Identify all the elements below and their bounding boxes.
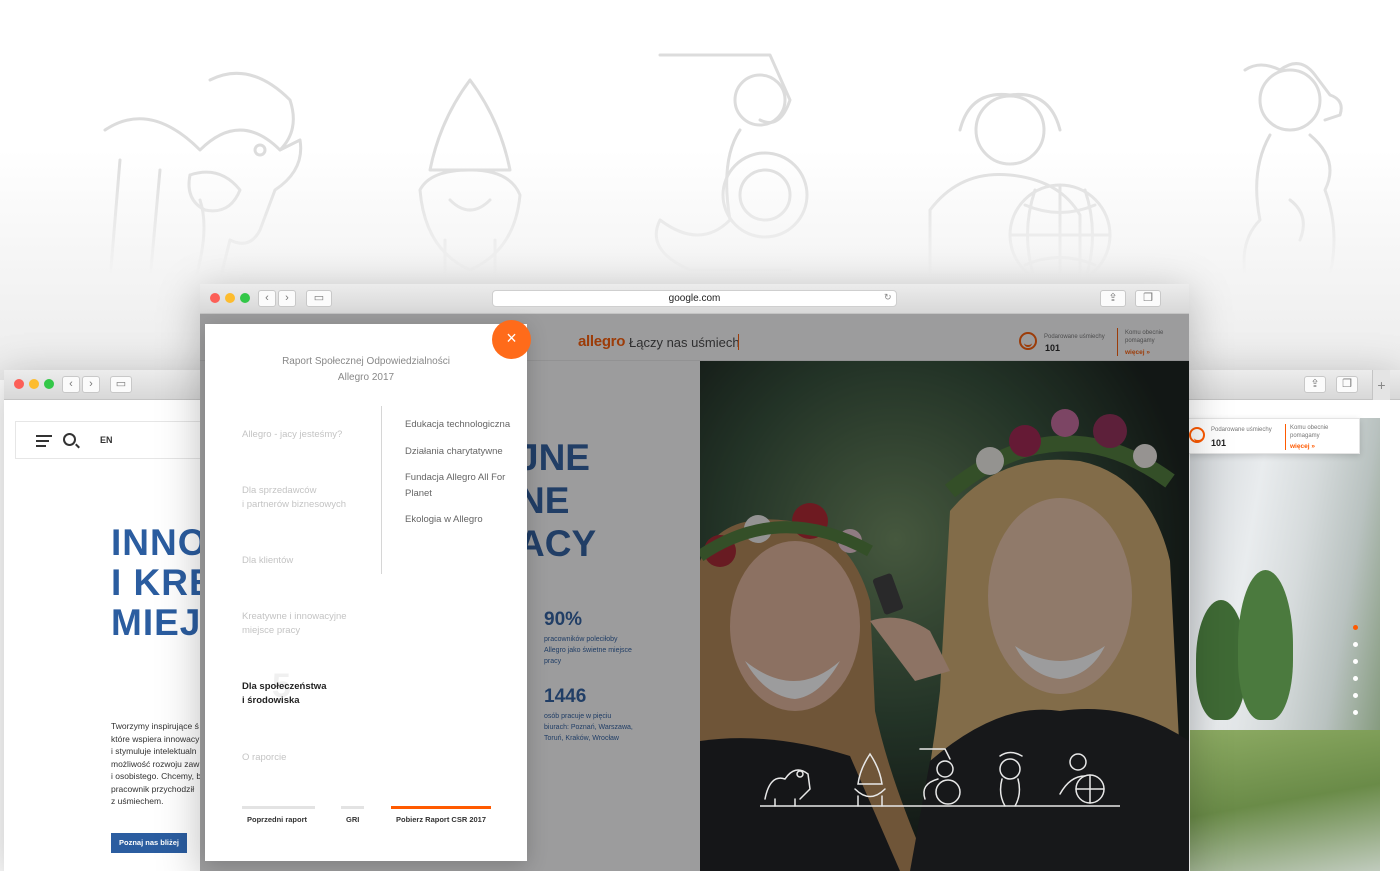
reload-icon[interactable]: ↻ [884,292,892,303]
section-dots [1353,625,1358,727]
main-browser-toolbar: ‹ › ▭ google.com ↻ ⇪ ❐ [200,284,1189,314]
gri-link[interactable]: GRI [346,815,359,824]
plant-shape [1238,570,1293,720]
section-dot[interactable] [1353,676,1358,681]
sidebar-toggle-icon[interactable]: ▭ [306,290,332,307]
counter-divider [1285,424,1286,450]
smile-icon [1189,427,1205,443]
right-browser-window: ⇪ ❐ + Podarowane uśmiechy 101 Komu obecn… [1178,370,1400,871]
download-report-link[interactable]: Pobierz Raport CSR 2017 [396,815,486,824]
menu-item-customers[interactable]: Dla klientów [242,554,293,568]
tabs-icon[interactable]: ❐ [1135,290,1161,307]
menu-item-about[interactable]: Allegro - jacy jesteśmy? [242,428,342,442]
search-icon[interactable] [63,433,76,446]
maximize-dot[interactable] [240,293,250,303]
back-button[interactable]: ‹ [62,376,80,393]
section-dot[interactable] [1353,693,1358,698]
prev-report-link[interactable]: Poprzedni raport [247,815,307,824]
learn-more-button[interactable]: Poznaj nas bliżej [111,833,187,853]
forward-button[interactable]: › [278,290,296,307]
close-icon[interactable]: × [492,320,531,359]
sidebar-toggle-icon[interactable]: ▭ [110,376,132,393]
menu-item-report[interactable]: O raporcie [242,751,286,765]
report-menu-panel: Raport Społecznej Odpowiedzialności Alle… [205,324,527,861]
new-tab-button[interactable]: + [1372,370,1390,400]
download-bar [391,806,491,809]
close-dot[interactable] [14,379,24,389]
close-dot[interactable] [210,293,220,303]
submenu-item[interactable]: Edukacja technologiczna [405,417,517,433]
share-icon[interactable]: ⇪ [1304,376,1326,393]
forward-button[interactable]: › [82,376,100,393]
right-browser-toolbar: ⇪ ❐ + [1178,370,1400,400]
koziolek-icon [999,751,1023,807]
menu-title: Raport Społecznej Odpowiedzialności Alle… [205,354,527,386]
mascot-icons-row [760,748,1120,807]
menu-title-line: Allegro 2017 [337,372,395,383]
more-link[interactable]: więcej » [1290,443,1315,450]
section-dot[interactable] [1353,710,1358,715]
share-icon[interactable]: ⇪ [1100,290,1126,307]
submenu-item[interactable]: Działania charytatywne [405,444,517,460]
prev-report-bar [242,806,315,809]
tabs-icon[interactable]: ❐ [1336,376,1358,393]
language-switch[interactable]: EN [100,435,113,445]
section-dot-active[interactable] [1353,625,1358,630]
minimize-dot[interactable] [29,379,39,389]
smiles-count: 101 [1211,438,1227,448]
gri-bar [341,806,364,809]
main-page: allegro Łączy nas uśmiech Podarowane uśm… [200,314,1189,871]
office-photo-floor [1190,730,1380,871]
hamburger-menu-icon[interactable] [36,435,52,450]
goat-icon [764,769,811,807]
gnome-icon [854,752,886,807]
menu-item-sellers[interactable]: Dla sprzedawców i partnerów biznesowych [242,484,346,512]
menu-title-line: Raport Społecznej Odpowiedzialności [282,356,450,367]
menu-divider [381,406,382,574]
address-bar[interactable]: google.com [492,290,897,307]
submenu-item[interactable]: Fundacja Allegro All For Planet [405,470,517,502]
smiles-label: Podarowane uśmiechy [1211,427,1272,433]
globe-girl-icon [1059,753,1105,804]
minimize-dot[interactable] [225,293,235,303]
submenu-item[interactable]: Ekologia w Allegro [405,512,517,528]
right-smiles-counter: Podarowane uśmiechy 101 Komu obecnie pom… [1188,418,1360,454]
menu-item-society[interactable]: Dla społeczeństwa i środowiska [242,680,326,708]
help-label: Komu obecnie pomagamy [1290,425,1329,439]
main-browser-window: ‹ › ▭ google.com ↻ ⇪ ❐ allegro Łączy nas… [200,284,1189,871]
section-dot[interactable] [1353,642,1358,647]
cyclist-icon [919,748,961,805]
section-dot[interactable] [1353,659,1358,664]
back-button[interactable]: ‹ [258,290,276,307]
maximize-dot[interactable] [44,379,54,389]
menu-item-workplace[interactable]: Kreatywne i innowacyjne miejsce pracy [242,610,347,638]
